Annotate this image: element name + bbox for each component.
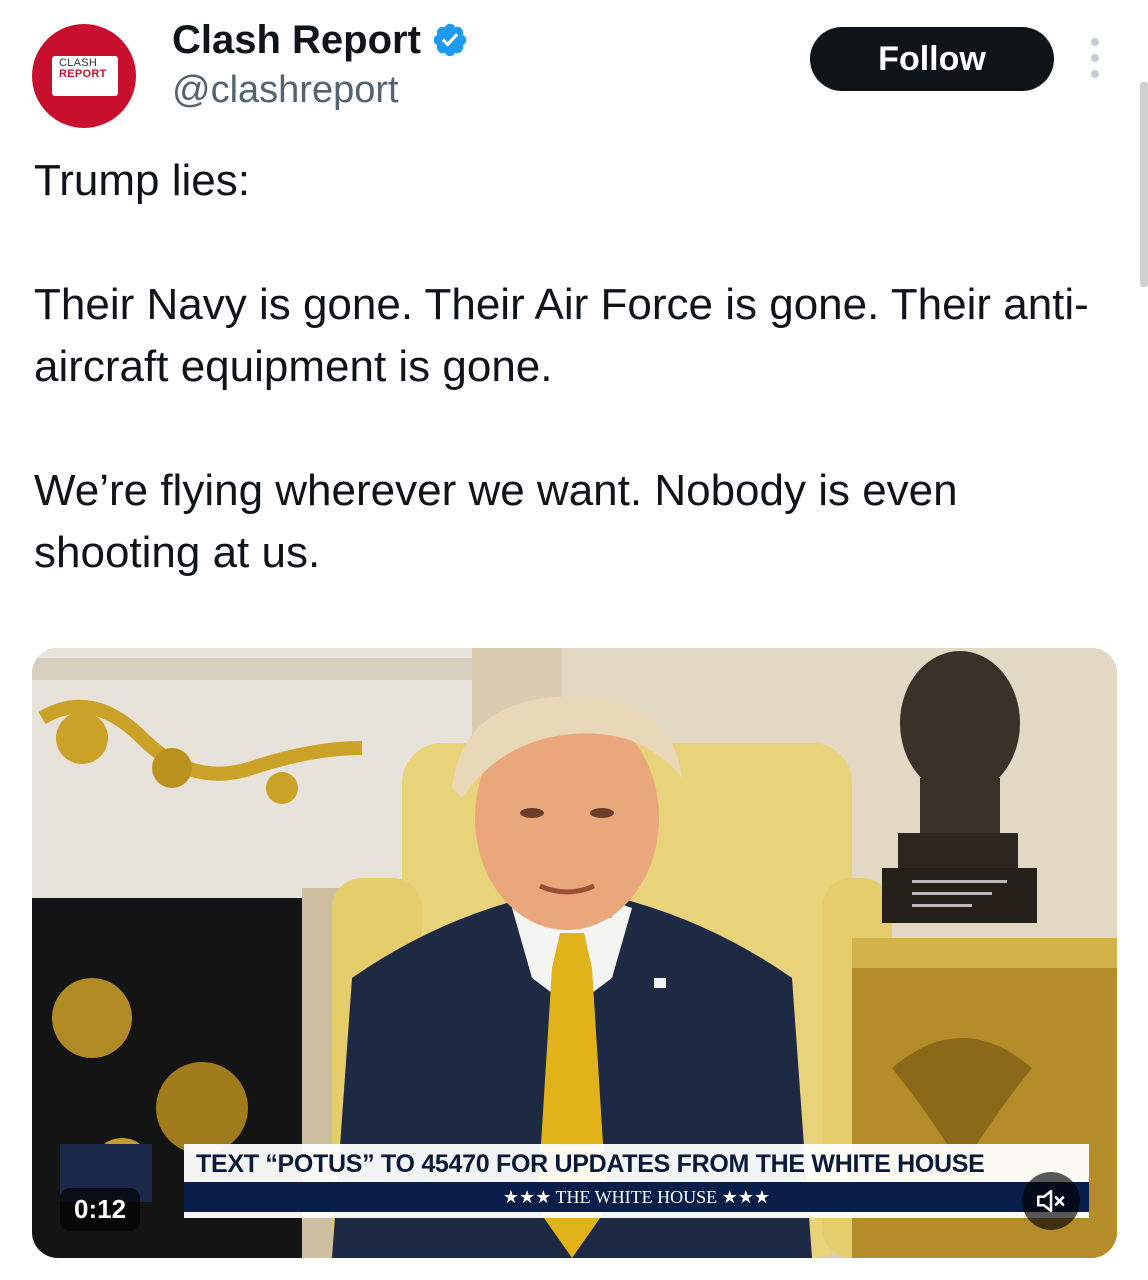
verified-badge-icon <box>433 23 467 57</box>
banner-headline: TEXT “POTUS” TO 45470 FOR UPDATES FROM T… <box>196 1150 985 1178</box>
more-dot <box>1091 54 1099 62</box>
author-handle[interactable]: @clashreport <box>172 68 399 112</box>
more-dot <box>1091 70 1099 78</box>
speaker-muted-icon[interactable] <box>1022 1172 1080 1230</box>
banner-subtitle: ★★★ THE WHITE HOUSE ★★★ <box>184 1182 1089 1212</box>
avatar-logo: CLASH REPORT <box>59 58 107 80</box>
author-display-name[interactable]: Clash Report <box>172 18 421 62</box>
author-name-row[interactable]: Clash Report <box>172 18 469 62</box>
video-timestamp: 0:12 <box>60 1188 141 1231</box>
video-caption-banner: TEXT “POTUS” TO 45470 FOR UPDATES FROM T… <box>184 1144 1089 1218</box>
speaker-muted-glyph <box>1036 1189 1065 1213</box>
avatar-logo-line2: REPORT <box>59 68 107 80</box>
tweet-text: Trump lies: Their Navy is gone. Their Ai… <box>34 156 1089 577</box>
follow-button[interactable]: Follow <box>810 27 1054 91</box>
avatar[interactable]: CLASH REPORT <box>32 24 136 128</box>
scrollbar[interactable] <box>1140 82 1148 287</box>
more-vertical-icon[interactable] <box>1083 38 1107 78</box>
more-dot <box>1091 38 1099 46</box>
video-player[interactable]: TEXT “POTUS” TO 45470 FOR UPDATES FROM T… <box>32 648 1117 1258</box>
